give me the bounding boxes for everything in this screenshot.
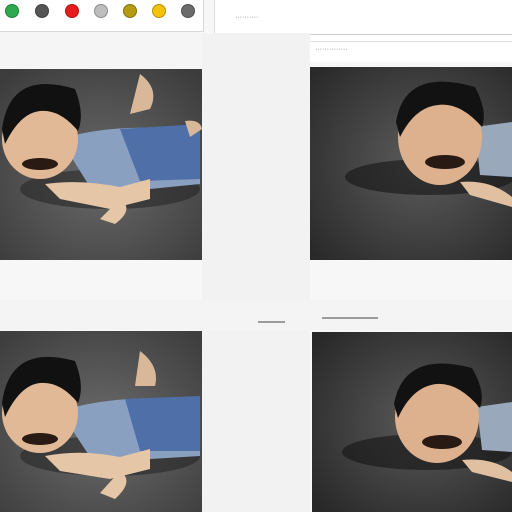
silver-dot-icon[interactable] [94, 4, 108, 18]
yellow-dot-icon[interactable] [152, 4, 166, 18]
child-photo-image [0, 69, 202, 260]
child-photo-image [312, 332, 512, 512]
center-gap-top [202, 33, 310, 301]
child-photo-image [0, 331, 202, 512]
header-text-c: ·············· [315, 46, 348, 53]
color-toolbar [0, 0, 204, 32]
middle-divider-right [322, 317, 378, 319]
photo-top-right[interactable] [310, 67, 512, 260]
olive-dot-icon[interactable] [123, 4, 137, 18]
green-dot-icon[interactable] [5, 4, 19, 18]
left-gap [0, 33, 204, 68]
photo-top-left[interactable] [0, 69, 202, 260]
red-dot-icon[interactable] [65, 4, 79, 18]
dark-gray-dot-icon[interactable] [181, 4, 195, 18]
child-photo-image [310, 67, 512, 260]
middle-strip [0, 300, 512, 330]
header-text-a: ·········· [235, 14, 259, 21]
middle-divider-left [258, 321, 285, 323]
center-gap-bottom [202, 330, 310, 512]
photo-bottom-left[interactable] [0, 331, 202, 512]
gray-dot-icon[interactable] [35, 4, 49, 18]
photo-bottom-right[interactable] [312, 332, 512, 512]
